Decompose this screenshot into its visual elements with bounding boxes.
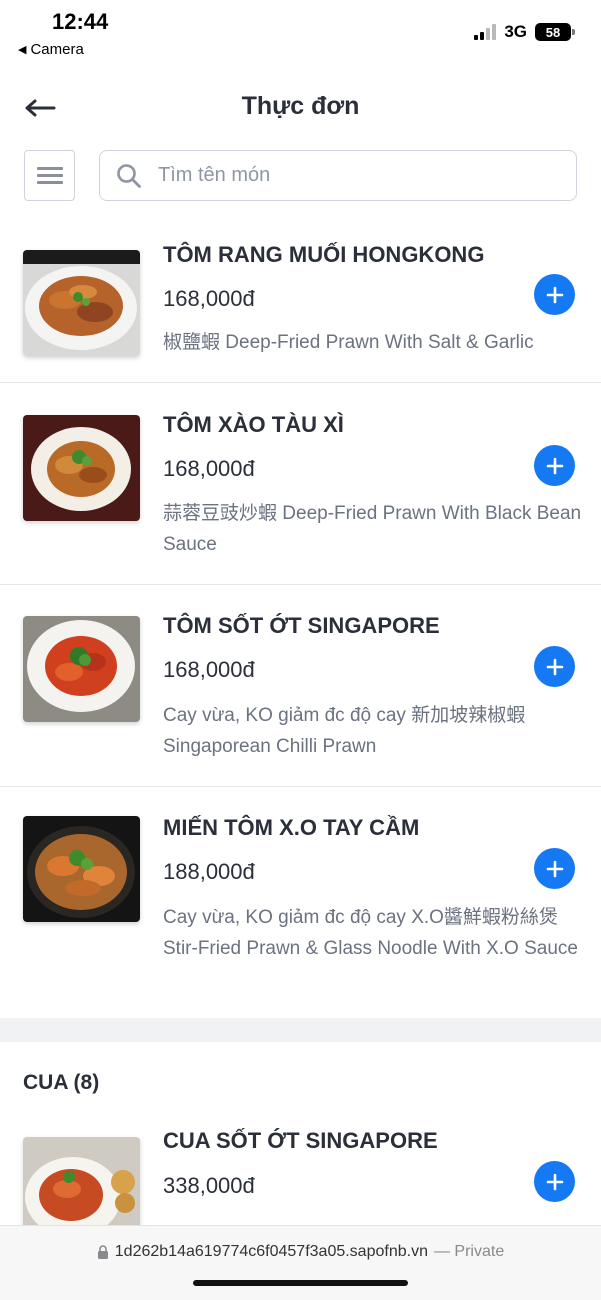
item-name: TÔM SỐT ỚT SINGAPORE — [163, 613, 440, 638]
back-to-app-link[interactable]: ◀ Camera — [18, 41, 84, 58]
item-description: Cay vừa, KO giảm đc độ cay 新加坡辣椒蝦 Singap… — [163, 705, 526, 757]
add-to-cart-button[interactable] — [534, 274, 575, 315]
battery-level: 58 — [545, 24, 561, 40]
category-title: CUA (8) — [23, 1071, 100, 1094]
dish-image — [23, 250, 140, 356]
item-price: 168,000đ — [163, 286, 255, 311]
lock-icon — [97, 1245, 108, 1259]
add-to-cart-button[interactable] — [534, 1161, 575, 1202]
dish-image — [23, 1137, 140, 1225]
item-price: 188,000đ — [163, 859, 255, 884]
item-name: MIẾN TÔM X.O TAY CẦM — [163, 815, 420, 840]
search-icon — [117, 163, 141, 188]
signal-icon — [474, 24, 497, 40]
search-box[interactable] — [99, 150, 577, 201]
add-to-cart-button[interactable] — [534, 445, 575, 486]
item-description: 椒鹽蝦 Deep-Fried Prawn With Salt & Garlic — [163, 332, 534, 353]
page-header: Thực đơn — [0, 80, 601, 136]
page-title: Thực đơn — [241, 92, 360, 120]
plus-icon — [546, 457, 563, 474]
plus-icon — [546, 658, 563, 675]
item-name: TÔM XÀO TÀU XÌ — [163, 412, 344, 437]
dish-image — [23, 616, 140, 722]
browser-url-bar[interactable]: 1d262b14a619774c6f0457f3a05.sapofnb.vn —… — [0, 1225, 601, 1300]
menu-item[interactable]: TÔM XÀO TÀU XÌ 168,000đ 蒜蓉豆豉炒蝦 Deep-Frie… — [0, 383, 601, 585]
back-app-label: Camera — [30, 41, 84, 58]
private-label: — Private — [433, 1243, 505, 1260]
menu-item[interactable]: TÔM RANG MUỐI HONGKONG 168,000đ 椒鹽蝦 Deep… — [0, 222, 601, 383]
item-name: CUA SỐT ỚT SINGAPORE — [163, 1128, 438, 1153]
dish-image — [23, 415, 140, 521]
add-to-cart-button[interactable] — [534, 848, 575, 889]
add-to-cart-button[interactable] — [534, 646, 575, 687]
item-price: 338,000đ — [163, 1173, 255, 1198]
menu-item[interactable]: TÔM SỐT ỚT SINGAPORE 168,000đ Cay vừa, K… — [0, 585, 601, 787]
status-time: 12:44 — [52, 9, 109, 34]
section-divider — [0, 1018, 601, 1042]
search-input[interactable] — [158, 164, 538, 187]
item-name: TÔM RANG MUỐI HONGKONG — [163, 242, 485, 267]
plus-icon — [546, 1173, 563, 1190]
home-indicator[interactable] — [193, 1280, 408, 1286]
item-price: 168,000đ — [163, 657, 255, 682]
battery-icon: 58 — [535, 23, 575, 41]
network-label: 3G — [504, 22, 527, 41]
category-menu-button[interactable] — [24, 150, 75, 201]
menu-item[interactable]: CUA SỐT ỚT SINGAPORE 338,000đ — [0, 1100, 601, 1225]
dish-image — [23, 816, 140, 922]
hamburger-icon — [36, 163, 63, 188]
item-description: Cay vừa, KO giảm đc độ cay X.O醬鮮蝦粉絲煲 Sti… — [163, 907, 578, 959]
plus-icon — [546, 286, 563, 303]
plus-icon — [546, 860, 563, 877]
status-bar: 12:44 ◀ Camera 3G 58 — [0, 0, 601, 68]
status-indicators: 3G 58 — [474, 22, 575, 42]
url-display[interactable]: 1d262b14a619774c6f0457f3a05.sapofnb.vn —… — [0, 1243, 601, 1261]
back-triangle-icon: ◀ — [18, 44, 27, 56]
item-price: 168,000đ — [163, 456, 255, 481]
item-description: 蒜蓉豆豉炒蝦 Deep-Fried Prawn With Black Bean … — [163, 503, 582, 555]
url-text: 1d262b14a619774c6f0457f3a05.sapofnb.vn — [114, 1243, 428, 1260]
menu-item[interactable]: MIẾN TÔM X.O TAY CẦM 188,000đ Cay vừa, K… — [0, 787, 601, 1018]
